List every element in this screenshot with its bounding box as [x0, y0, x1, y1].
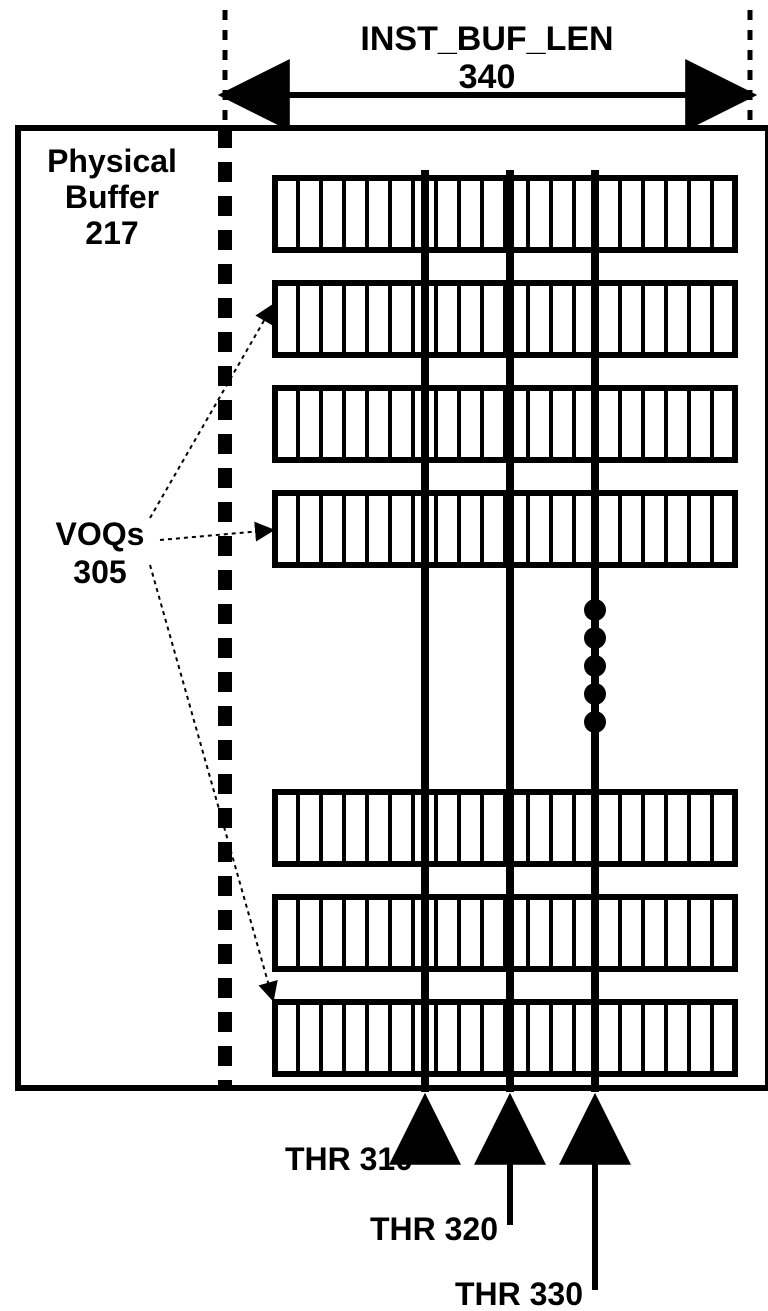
- physical-buffer-label-3: 217: [85, 215, 138, 251]
- voq-callout-up: [150, 305, 273, 518]
- voq-row-4: [275, 493, 735, 565]
- diagram: INST_BUF_LEN 340 Physical Buffer 217 VOQ…: [0, 0, 768, 1311]
- physical-buffer-label-1: Physical: [47, 143, 177, 179]
- voq-row-2: [275, 283, 735, 355]
- voq-callout-down: [150, 565, 273, 1000]
- thr-330-label: THR 330: [455, 1276, 583, 1311]
- inst-buf-len-label-2: 340: [459, 58, 516, 96]
- voqs-label-1: VOQs: [56, 516, 145, 552]
- voq-row-6: [275, 897, 735, 969]
- voqs-label-2: 305: [73, 554, 126, 590]
- thr-320-label: THR 320: [370, 1211, 498, 1247]
- inst-buf-len-label-1: INST_BUF_LEN: [360, 20, 613, 58]
- physical-buffer-label-2: Buffer: [65, 179, 159, 215]
- voq-row-1: [275, 178, 735, 250]
- voq-row-3: [275, 388, 735, 460]
- thr-310-label: THR 310: [285, 1141, 413, 1177]
- voq-row-5: [275, 792, 735, 864]
- voq-row-7: [275, 1002, 735, 1074]
- voq-callout-mid: [160, 530, 273, 540]
